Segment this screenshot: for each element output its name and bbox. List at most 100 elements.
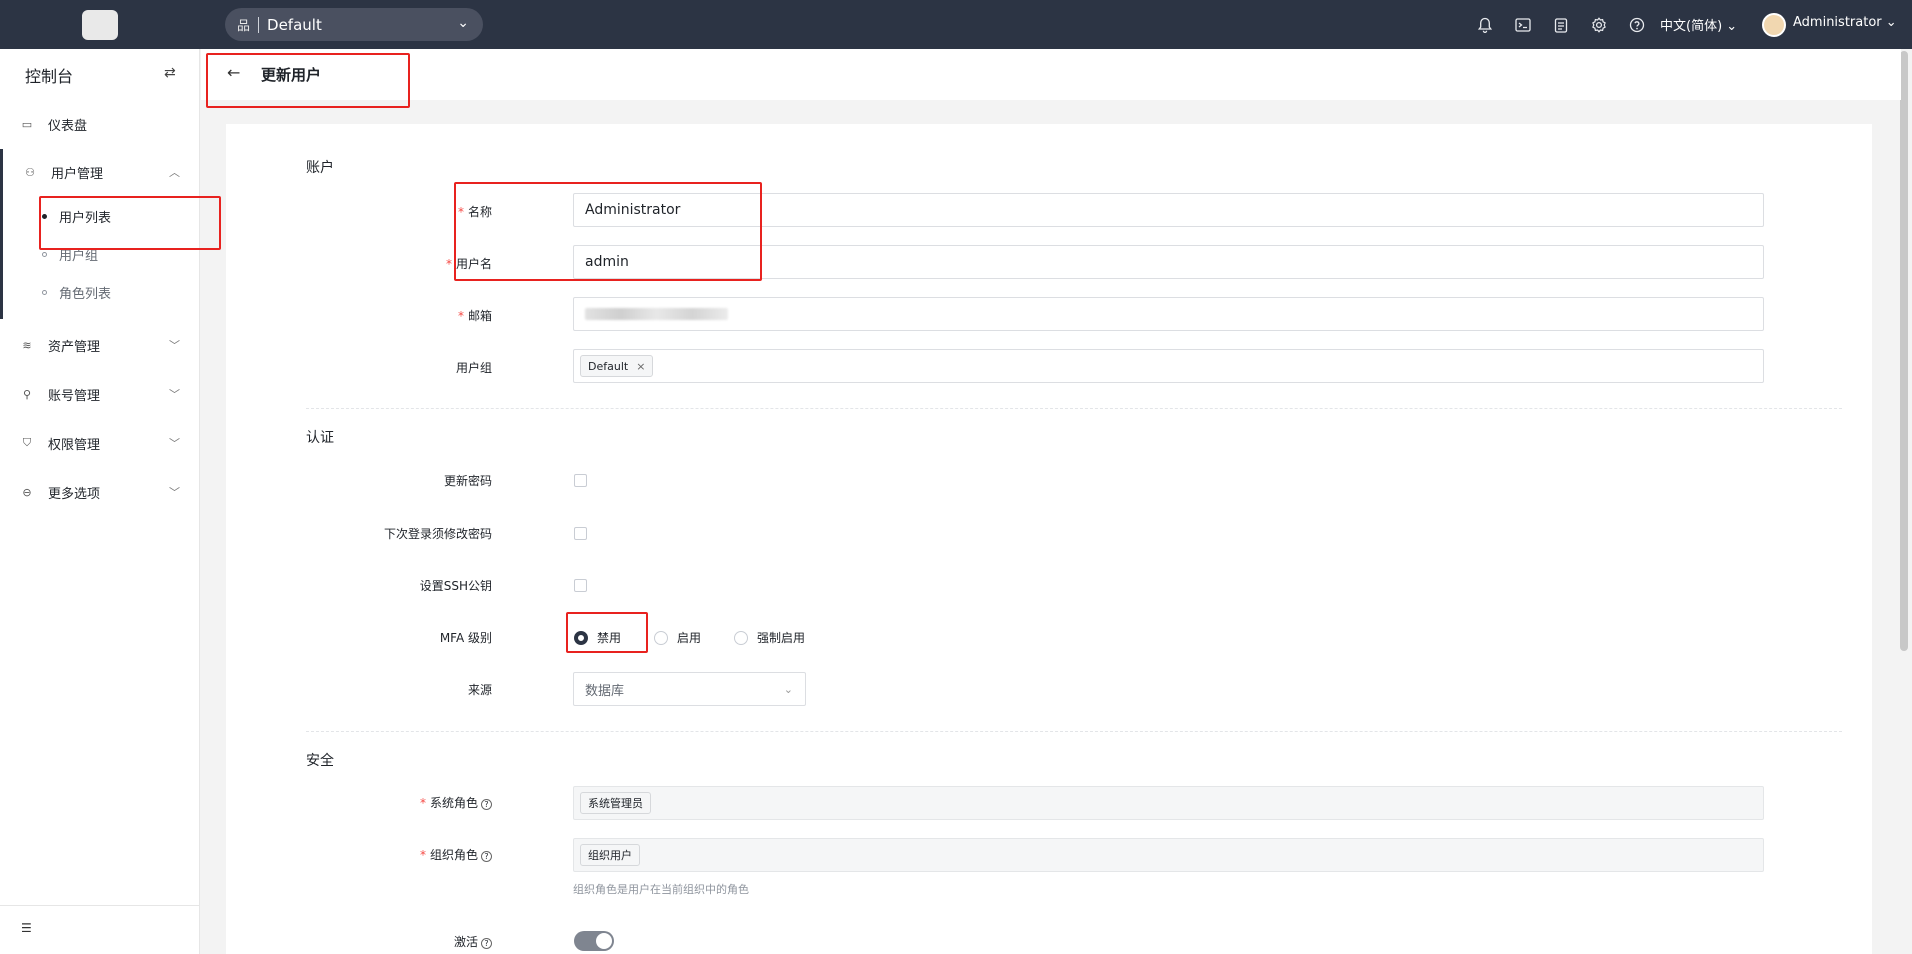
update-password-label: 更新密码 (443, 474, 492, 488)
sidebar-item-label: 更多选项 (48, 486, 101, 502)
sidebar-title: 控制台 (25, 67, 74, 86)
sidebar-item-label: 仪表盘 (48, 118, 88, 134)
required-mark: * (419, 796, 426, 810)
email-label-text: 邮箱 (467, 309, 492, 323)
ssh-key-checkbox[interactable] (574, 579, 587, 592)
sidebar-item-label: 权限管理 (48, 437, 101, 453)
active-label: 激活? (454, 933, 492, 950)
close-icon[interactable]: × (636, 360, 645, 373)
ssh-key-label: 设置SSH公钥 (419, 579, 492, 593)
sidebar-item-assets[interactable]: ≋ 资产管理 ﹀ (0, 325, 200, 365)
annotation-box (454, 182, 762, 281)
clipboard-icon[interactable] (1542, 12, 1580, 37)
chevron-down-icon: ⌄ (783, 682, 793, 696)
help-icon[interactable]: ? (481, 938, 492, 949)
radio-circle (734, 630, 748, 645)
org-icon: 品 (237, 19, 251, 34)
chevron-down-icon: ﹀ (169, 486, 180, 499)
bullet-icon (42, 252, 47, 257)
radio-circle (654, 630, 668, 645)
update-password-checkbox[interactable] (574, 474, 587, 487)
section-auth-title: 认证 (306, 430, 334, 446)
mfa-radio-forced[interactable]: 强制启用 (734, 629, 805, 646)
org-name: Default (267, 15, 322, 34)
user-name: Administrator (1793, 15, 1882, 30)
sidebar-item-label: 账号管理 (48, 388, 101, 404)
language-selector[interactable]: 中文(简体) ⌄ (1660, 15, 1737, 34)
sidebar-item-more[interactable]: ⊖ 更多选项 ﹀ (0, 472, 200, 512)
source-label: 来源 (467, 683, 492, 697)
user-menu[interactable]: Administrator ⌄ (1793, 15, 1897, 30)
sidebar-subitem-label: 角色列表 (59, 287, 112, 302)
help-icon[interactable]: ? (481, 851, 492, 862)
radio-label: 强制启用 (757, 631, 806, 645)
section-account-title: 账户 (306, 160, 334, 176)
org-role-tag: 组织用户 (580, 844, 640, 866)
group-tag-text: Default (588, 359, 629, 373)
more-icon: ⊖ (22, 485, 32, 499)
avatar[interactable] (1762, 13, 1786, 37)
chevron-down-icon: ﹀ (169, 339, 180, 352)
page-header: ← 更新用户 (201, 49, 1901, 100)
collapse-icon[interactable]: ☰ (21, 921, 32, 935)
system-role-select[interactable]: 系统管理员 (573, 786, 1764, 820)
redacted-email (585, 308, 728, 320)
bell-icon[interactable] (1466, 12, 1504, 37)
system-role-tag: 系统管理员 (580, 792, 651, 814)
org-role-label-text: 组织角色 (429, 848, 478, 862)
section-security-title: 安全 (306, 753, 334, 769)
email-label: * 邮箱 (458, 307, 492, 324)
source-select[interactable]: 数据库 ⌄ (573, 672, 806, 706)
required-mark: * (419, 848, 426, 862)
mfa-radio-enabled[interactable]: 启用 (654, 629, 701, 646)
help-icon[interactable]: ? (481, 799, 492, 810)
org-role-hint: 组织角色是用户在当前组织中的角色 (573, 883, 749, 896)
source-value: 数据库 (585, 683, 625, 699)
required-mark: * (457, 309, 464, 323)
language-label: 中文(简体) (1660, 19, 1723, 34)
mfa-label: MFA 级别 (439, 631, 492, 645)
swap-icon[interactable]: ⇄ (164, 65, 176, 81)
org-role-select[interactable]: 组织用户 (573, 838, 1764, 872)
logo[interactable] (82, 10, 118, 40)
users-icon: ⚇ (25, 165, 35, 179)
active-toggle[interactable] (574, 931, 614, 951)
system-role-label-text: 系统角色 (429, 796, 478, 810)
gear-icon[interactable] (1580, 12, 1618, 37)
group-label: 用户组 (455, 361, 492, 375)
chevron-down-icon: ﹀ (169, 388, 180, 401)
annotation-box (206, 53, 410, 108)
help-icon[interactable] (1618, 12, 1656, 37)
page-scrollbar[interactable] (1900, 51, 1908, 651)
active-label-text: 激活 (453, 935, 478, 949)
sidebar-item-dashboard[interactable]: ▭ 仪表盘 (0, 104, 200, 144)
sidebar-subitem-role-list[interactable]: 角色列表 (42, 283, 111, 302)
sidebar: 控制台 ⇄ ▭ 仪表盘 ⚇ 用户管理 ︿ 用户列表 用户组 角色列表 ≋ 资产管… (0, 49, 200, 954)
bullet-icon (42, 290, 47, 295)
terminal-icon[interactable] (1504, 12, 1542, 37)
email-input[interactable] (573, 297, 1764, 331)
toolbar-icons (1466, 12, 1656, 37)
group-tag[interactable]: Default × (580, 355, 654, 377)
org-role-tag-text: 组织用户 (588, 849, 632, 862)
section-divider (306, 731, 1842, 732)
system-role-label: * 系统角色? (420, 794, 492, 811)
top-bar: 品 Default ⌄ 中文(简体) ⌄ Administrator ⌄ (0, 0, 1912, 49)
dashboard-icon: ▭ (21, 117, 33, 131)
section-divider (306, 408, 1842, 409)
sidebar-item-users[interactable]: ⚇ 用户管理 ︿ (0, 152, 200, 192)
required-mark: * (445, 257, 452, 271)
must-change-password-checkbox[interactable] (574, 527, 587, 540)
must-change-password-label: 下次登录须修改密码 (383, 527, 492, 541)
org-selector[interactable]: 品 Default ⌄ (225, 8, 483, 41)
sidebar-item-permissions[interactable]: ⛉ 权限管理 ﹀ (0, 423, 200, 463)
annotation-box (566, 612, 648, 653)
sidebar-item-label: 用户管理 (51, 166, 104, 182)
group-select[interactable]: Default × (573, 349, 1764, 383)
sidebar-divider (0, 905, 200, 906)
system-role-tag-text: 系统管理员 (588, 797, 643, 810)
org-role-label: * 组织角色? (420, 846, 492, 863)
account-icon: ⚲ (22, 387, 32, 401)
sidebar-item-label: 资产管理 (48, 339, 101, 355)
sidebar-item-accounts[interactable]: ⚲ 账号管理 ﹀ (0, 374, 200, 414)
